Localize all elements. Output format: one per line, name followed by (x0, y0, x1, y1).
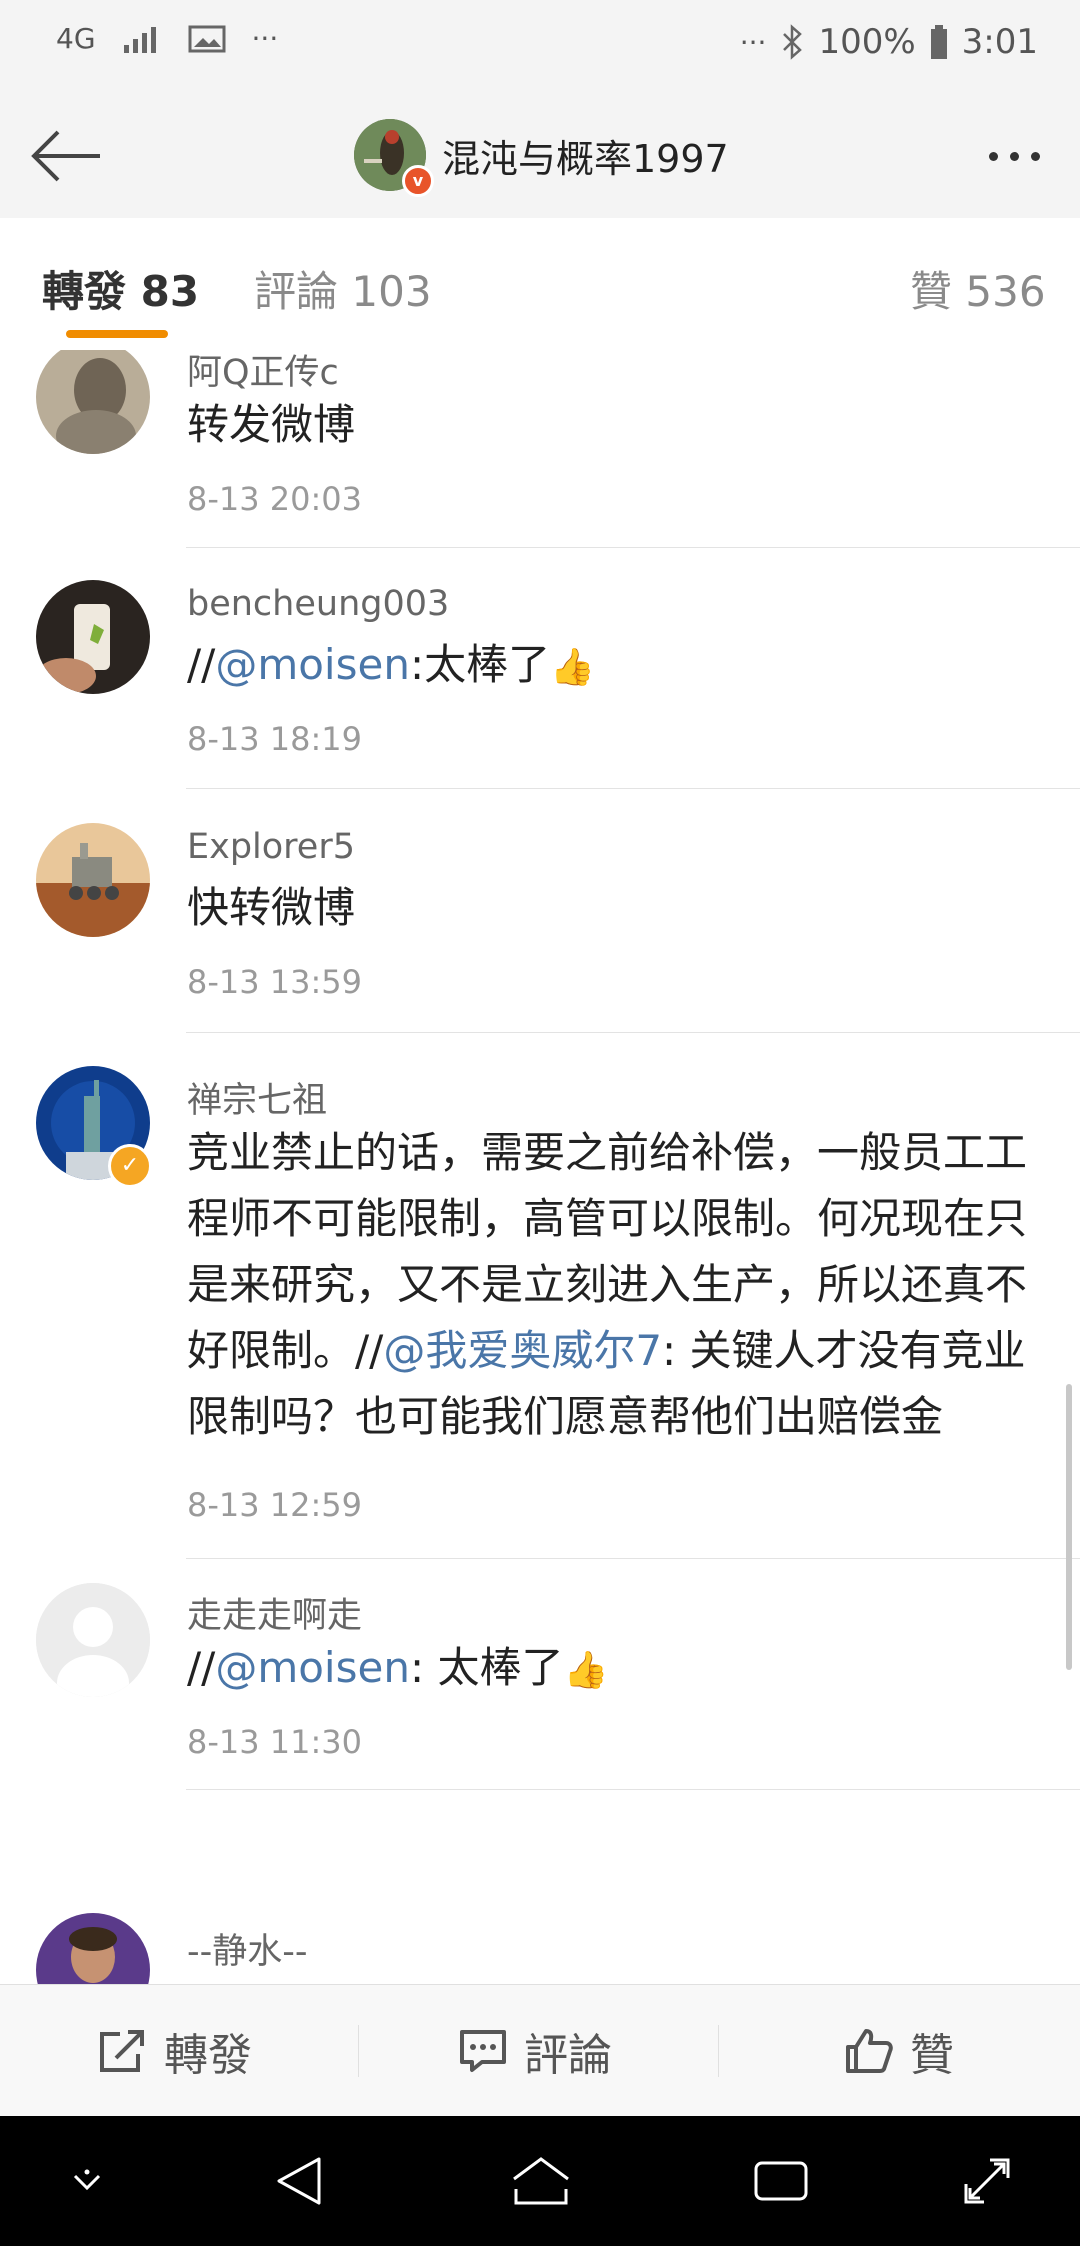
tab-label: 轉發 (42, 267, 127, 316)
status-dots-left: ··· (251, 22, 279, 55)
image-icon (188, 25, 226, 52)
timestamp: 8-13 20:03 (187, 480, 363, 518)
repost-label: 轉發 (164, 2030, 252, 2081)
repost-button[interactable]: 轉發 (98, 1985, 252, 2117)
status-dots-right: ··· (739, 25, 767, 59)
tab-bar: 轉發 83 評論 103 贊 536 (0, 218, 1080, 351)
tab-reposts[interactable]: 轉發 83 (42, 258, 199, 319)
repost-text: 快转微博 (187, 883, 356, 932)
more-dot (1030, 151, 1040, 161)
back-nav-button[interactable] (262, 2144, 336, 2218)
repost-list: 阿Q正传c 转发微博 8-13 20:03 bencheung003 //@mo… (0, 350, 1080, 1984)
battery-percent: 100% (818, 22, 916, 62)
hide-nav-button[interactable] (50, 2144, 124, 2218)
home-icon (513, 2157, 569, 2205)
repost-text: 竞业禁止的话，需要之前给补偿，一般员工工程师不可能限制，高管可以限制。何况现在只… (187, 1120, 1044, 1450)
expand-icon (964, 2158, 1010, 2204)
text-suffix: :太棒了 (409, 640, 551, 689)
profile-title[interactable]: v 混沌与概率1997 (354, 118, 729, 197)
default-avatar-icon (36, 1583, 150, 1697)
timestamp: 8-13 12:59 (187, 1486, 363, 1524)
comment-icon (460, 2030, 506, 2072)
timestamp: 8-13 11:30 (187, 1723, 363, 1761)
text-prefix: // (187, 640, 216, 689)
thumbs-up-emoji: 👍 (550, 646, 595, 688)
home-nav-button[interactable] (504, 2144, 578, 2218)
text-suffix: : 太棒了 (409, 1643, 564, 1692)
mention-link[interactable]: @moisen (215, 1643, 410, 1692)
avatar[interactable] (36, 580, 150, 694)
text-prefix: // (187, 1643, 216, 1692)
tab-label: 評論 (254, 267, 339, 316)
thumbs-up-emoji: 👍 (563, 1649, 609, 1691)
verified-badge: ✓ (108, 1144, 152, 1188)
repost-text: //@moisen:太棒了👍 (187, 632, 1044, 701)
divider (186, 1558, 1080, 1559)
username[interactable]: 走走走啊走 (187, 1587, 362, 1638)
avatar[interactable] (36, 1583, 150, 1697)
separator (718, 2025, 719, 2077)
username[interactable]: 阿Q正传c (187, 350, 339, 395)
status-bar: 4G ··· ··· 100% 3:01 (0, 0, 1080, 92)
tab-label: 贊 (910, 267, 953, 316)
avatar[interactable]: v (354, 119, 434, 197)
tab-count: 536 (965, 267, 1046, 316)
action-bar: 轉發 評論 贊 (0, 1984, 1080, 2117)
signal-icon (123, 26, 156, 53)
divider (186, 547, 1080, 548)
avatar[interactable] (36, 350, 150, 454)
username[interactable]: 禅宗七祖 (187, 1072, 327, 1123)
back-button[interactable] (26, 116, 106, 196)
verified-badge: v (402, 165, 434, 197)
like-button[interactable]: 贊 (844, 1985, 954, 2117)
user-avatar-icon (36, 350, 150, 454)
like-label: 贊 (910, 2030, 954, 2081)
clock-time: 3:01 (961, 22, 1038, 62)
comment-label: 評論 (524, 2030, 612, 2081)
comment-button[interactable]: 評論 (458, 1985, 612, 2117)
back-arrow-icon (31, 130, 100, 182)
recents-nav-button[interactable] (744, 2144, 818, 2218)
divider (186, 788, 1080, 789)
back-triangle-icon (277, 2157, 321, 2205)
user-avatar-icon (36, 580, 150, 694)
nav-bar: v 混沌与概率1997 (0, 92, 1080, 219)
share-icon (100, 2030, 144, 2072)
repost-text: //@moisen: 太棒了👍 (187, 1635, 1044, 1704)
more-button[interactable] (974, 126, 1054, 186)
timestamp: 8-13 18:19 (187, 720, 363, 758)
timestamp: 8-13 13:59 (187, 963, 363, 1001)
network-type: 4G (56, 22, 96, 55)
user-avatar-icon (36, 823, 150, 937)
mention-link[interactable]: @我爱奥威尔7 (383, 1326, 662, 1375)
repost-text: 转发微博 (187, 400, 356, 449)
separator (358, 2025, 359, 2077)
battery-icon (930, 25, 947, 59)
tab-count: 83 (140, 267, 200, 316)
page-title: 混沌与概率1997 (442, 136, 729, 181)
avatar[interactable] (36, 1913, 150, 1984)
username[interactable]: bencheung003 (187, 584, 449, 624)
user-avatar-icon (36, 1913, 150, 1984)
tab-comments[interactable]: 評論 103 (254, 258, 432, 319)
username[interactable]: Explorer5 (187, 827, 355, 867)
tab-likes[interactable]: 贊 536 (910, 258, 1046, 319)
chevron-down-icon (73, 2169, 101, 2191)
tab-count: 103 (351, 267, 432, 316)
system-navigation-bar (0, 2116, 1080, 2246)
divider (186, 1789, 1080, 1790)
more-dot (1009, 151, 1019, 161)
active-tab-indicator (66, 330, 168, 338)
like-icon (846, 2029, 893, 2073)
bluetooth-icon (783, 24, 803, 60)
screen-expand-button[interactable] (950, 2144, 1024, 2218)
username[interactable]: --静水-- (187, 1923, 308, 1974)
recents-icon (754, 2161, 808, 2201)
divider (186, 1032, 1080, 1033)
avatar[interactable] (36, 823, 150, 937)
mention-link[interactable]: @moisen (215, 640, 410, 689)
scrollbar[interactable] (1066, 1384, 1072, 1670)
more-dots-icon (988, 151, 998, 161)
